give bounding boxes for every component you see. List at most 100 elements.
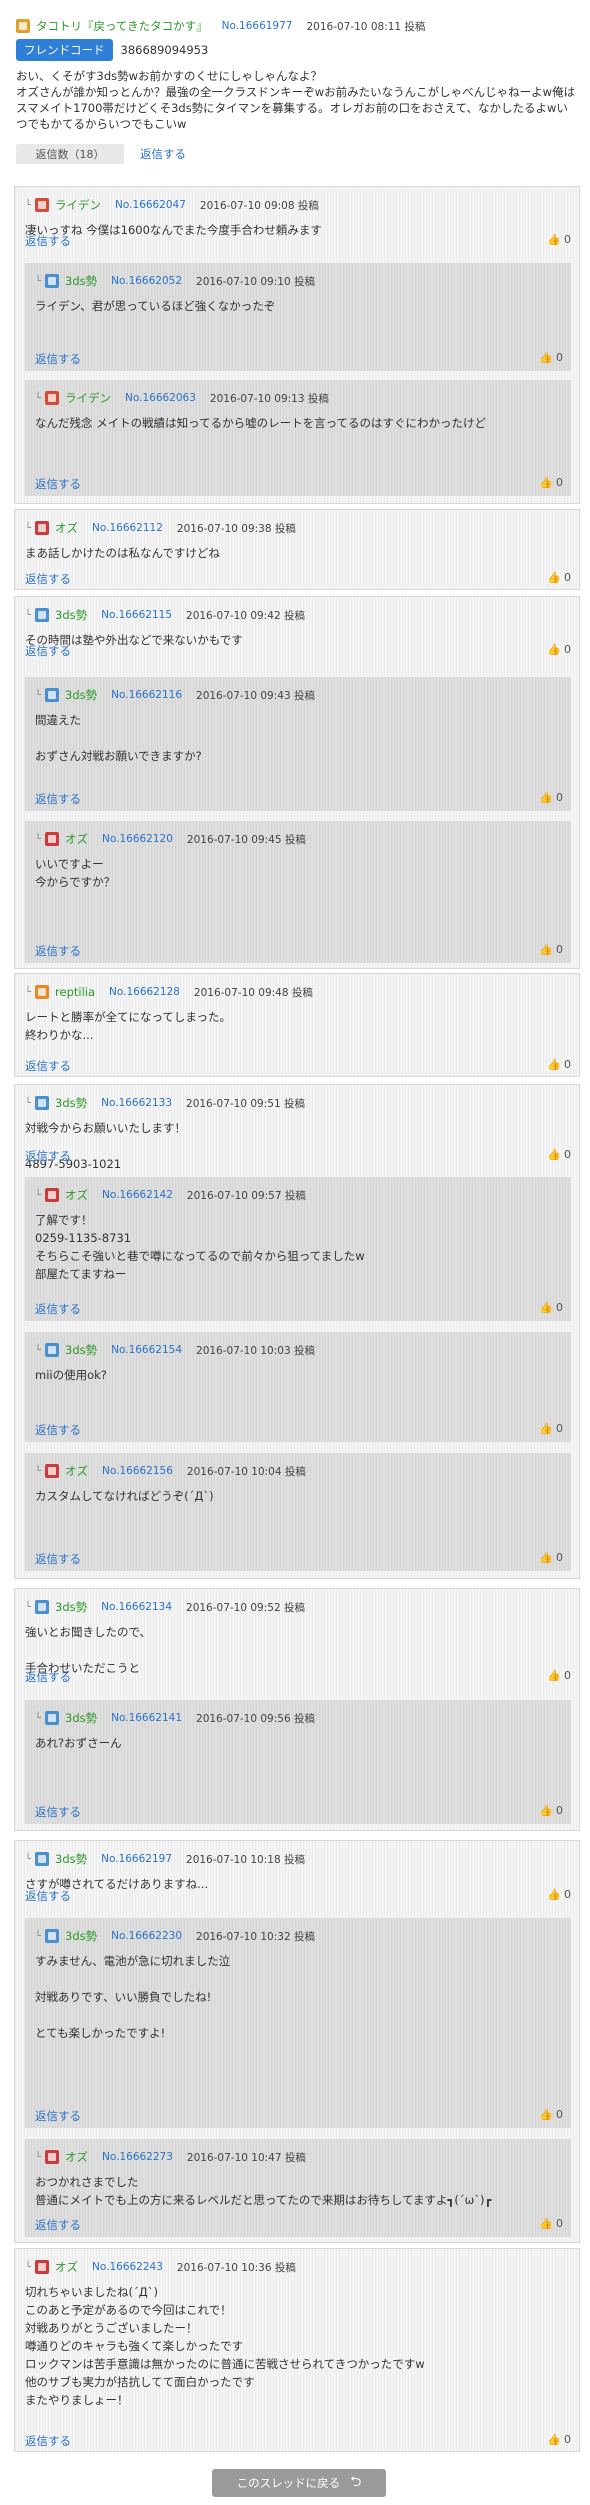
user-avatar-icon[interactable]	[35, 985, 50, 999]
user-avatar-icon[interactable]	[45, 832, 60, 846]
post-date: 2016-07-10 10:03 投稿	[196, 1344, 315, 1357]
post-username[interactable]: 3ds勢	[55, 1851, 87, 1867]
reply-link[interactable]: 返信する	[35, 1422, 81, 1438]
post-number[interactable]: No.16662120	[102, 833, 173, 845]
reply-link[interactable]: 返信する	[35, 2217, 81, 2233]
like-button[interactable]: 👍 0	[539, 1804, 563, 1817]
post-username[interactable]: オズ	[65, 1187, 88, 1203]
user-avatar-icon[interactable]	[45, 1929, 60, 1943]
post-number[interactable]: No.16662197	[101, 1853, 172, 1865]
user-avatar-icon[interactable]	[45, 1464, 60, 1478]
reply-link[interactable]: 返信する	[35, 1551, 81, 1567]
user-avatar-icon[interactable]	[45, 391, 60, 405]
reply-link[interactable]: 返信する	[35, 476, 81, 492]
reply-link[interactable]: 返信する	[25, 643, 71, 659]
user-avatar-icon[interactable]	[16, 19, 30, 33]
like-button[interactable]: 👍 0	[539, 2217, 563, 2230]
reply-link[interactable]: 返信する	[35, 351, 81, 367]
post-username[interactable]: 3ds勢	[65, 687, 97, 703]
reply-link[interactable]: 返信する	[35, 1301, 81, 1317]
reply-link[interactable]: 返信する	[25, 1888, 71, 1904]
post-username[interactable]: ライデン	[55, 197, 101, 213]
like-button[interactable]: 👍 0	[547, 643, 571, 656]
user-avatar-icon[interactable]	[45, 1343, 60, 1357]
top-post-number[interactable]: No.16661977	[222, 20, 293, 32]
user-avatar-icon[interactable]	[45, 1188, 60, 1202]
post-username[interactable]: オズ	[55, 2259, 78, 2275]
post-username[interactable]: オズ	[55, 520, 78, 536]
post-number[interactable]: No.16662112	[92, 522, 163, 534]
reply-link[interactable]: 返信する	[35, 943, 81, 959]
like-button[interactable]: 👍 0	[539, 1551, 563, 1564]
post-username[interactable]: オズ	[65, 1463, 88, 1479]
post-username[interactable]: 3ds勢	[55, 1095, 87, 1111]
post-username[interactable]: オズ	[65, 831, 88, 847]
post-number[interactable]: No.16662133	[101, 1097, 172, 1109]
user-avatar-icon[interactable]	[35, 1096, 50, 1110]
post-number[interactable]: No.16662243	[92, 2261, 163, 2273]
like-button[interactable]: 👍 0	[547, 1669, 571, 1682]
post-username[interactable]: 3ds勢	[65, 273, 97, 289]
post-username[interactable]: 3ds勢	[65, 1710, 97, 1726]
like-count: 0	[564, 233, 571, 246]
like-button[interactable]: 👍 0	[539, 1422, 563, 1435]
back-to-thread-button[interactable]: このスレッドに戻る ⮌	[212, 2469, 386, 2497]
like-button[interactable]: 👍 0	[539, 351, 563, 364]
user-avatar-icon[interactable]	[35, 2260, 50, 2274]
post-number[interactable]: No.16662116	[111, 689, 182, 701]
user-avatar-icon[interactable]	[35, 198, 50, 212]
post-number[interactable]: No.16662134	[101, 1601, 172, 1613]
reply-link[interactable]: 返信する	[25, 233, 71, 249]
like-button[interactable]: 👍 0	[539, 943, 563, 956]
user-avatar-icon[interactable]	[35, 1852, 50, 1866]
like-button[interactable]: 👍 0	[547, 233, 571, 246]
reply-link[interactable]: 返信する	[35, 791, 81, 807]
top-post-username[interactable]: タコトリ『戻ってきたタコかす』	[36, 18, 208, 34]
top-reply-link[interactable]: 返信する	[140, 146, 186, 162]
reply-link[interactable]: 返信する	[35, 1804, 81, 1820]
post-date: 2016-07-10 10:36 投稿	[176, 2261, 296, 2274]
post-number[interactable]: No.16662128	[109, 986, 180, 998]
post-number[interactable]: No.16662230	[111, 1930, 182, 1942]
post-username[interactable]: 3ds勢	[65, 1342, 97, 1358]
reply-link[interactable]: 返信する	[25, 1669, 71, 1685]
post-number[interactable]: No.16662063	[125, 392, 196, 404]
post-username[interactable]: 3ds勢	[55, 607, 87, 623]
user-avatar-icon[interactable]	[45, 274, 60, 288]
like-button[interactable]: 👍 0	[539, 1301, 563, 1314]
like-button[interactable]: 👍 0	[547, 2433, 571, 2446]
post-number[interactable]: No.16662052	[111, 275, 182, 287]
post-number[interactable]: No.16662273	[102, 2151, 173, 2163]
post-number[interactable]: No.16662156	[102, 1465, 173, 1477]
reply-link[interactable]: 返信する	[25, 571, 71, 587]
reply-count-button[interactable]: 返信数（18）	[16, 144, 124, 164]
post-number[interactable]: No.16662047	[115, 199, 186, 211]
like-button[interactable]: 👍 0	[547, 1058, 571, 1071]
like-button[interactable]: 👍 0	[539, 476, 563, 489]
post-username[interactable]: ライデン	[65, 390, 111, 406]
reply-link[interactable]: 返信する	[25, 2433, 71, 2449]
post-username[interactable]: 3ds勢	[55, 1599, 87, 1615]
post-username[interactable]: オズ	[65, 2149, 88, 2165]
user-avatar-icon[interactable]	[45, 688, 60, 702]
user-avatar-icon[interactable]	[35, 608, 50, 622]
post-number[interactable]: No.16662154	[111, 1344, 182, 1356]
like-button[interactable]: 👍 0	[547, 1148, 571, 1161]
reply-link[interactable]: 返信する	[25, 1148, 71, 1164]
reply-link[interactable]: 返信する	[35, 2108, 81, 2124]
post-number[interactable]: No.16662142	[102, 1189, 173, 1201]
like-button[interactable]: 👍 0	[547, 1888, 571, 1901]
user-avatar-icon[interactable]	[45, 1711, 60, 1725]
like-button[interactable]: 👍 0	[539, 2108, 563, 2121]
like-button[interactable]: 👍 0	[539, 791, 563, 804]
post-number[interactable]: No.16662115	[101, 609, 172, 621]
reply-link[interactable]: 返信する	[25, 1058, 71, 1074]
post-username[interactable]: reptilia	[55, 985, 95, 999]
user-avatar-icon[interactable]	[35, 1600, 50, 1614]
thumbs-up-icon: 👍	[539, 791, 553, 804]
user-avatar-icon[interactable]	[35, 521, 50, 535]
user-avatar-icon[interactable]	[45, 2150, 60, 2164]
post-number[interactable]: No.16662141	[111, 1712, 182, 1724]
like-button[interactable]: 👍 0	[547, 571, 571, 584]
post-username[interactable]: 3ds勢	[65, 1928, 97, 1944]
